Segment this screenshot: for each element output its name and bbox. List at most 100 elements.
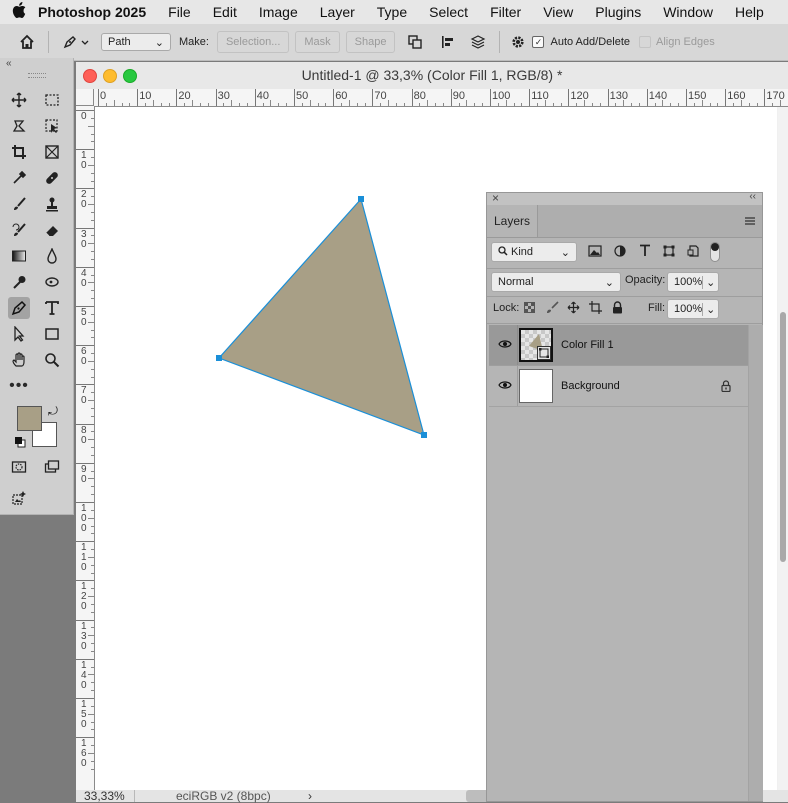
make-mask-button[interactable]: Mask bbox=[295, 31, 339, 53]
gradient-tool-icon[interactable] bbox=[8, 245, 30, 267]
vertical-ruler[interactable]: 01 02 03 04 05 06 07 08 09 01 0 01 1 01 … bbox=[76, 106, 95, 790]
foreground-color-swatch[interactable] bbox=[17, 406, 42, 431]
zoom-tool-icon[interactable] bbox=[41, 349, 63, 371]
ruler-minor-tick bbox=[91, 588, 94, 589]
menu-edit[interactable]: Edit bbox=[213, 4, 237, 20]
ruler-origin[interactable] bbox=[76, 89, 94, 106]
menu-window[interactable]: Window bbox=[663, 4, 713, 20]
menu-layer[interactable]: Layer bbox=[320, 4, 355, 20]
menu-image[interactable]: Image bbox=[259, 4, 298, 20]
gear-icon[interactable] bbox=[506, 34, 530, 50]
more-tools-icon[interactable]: ••• bbox=[8, 375, 30, 397]
sponge-tool-icon[interactable] bbox=[41, 271, 63, 293]
lock-transparent-pixels-icon[interactable] bbox=[524, 302, 535, 316]
blend-mode-select[interactable]: Normal ⌄ bbox=[491, 272, 621, 292]
ruler-tick-label: 9 0 bbox=[81, 465, 87, 485]
marquee-tool-icon[interactable] bbox=[41, 89, 63, 111]
layer-thumbnail-background[interactable] bbox=[519, 369, 553, 403]
frame-tool-icon[interactable] bbox=[41, 141, 63, 163]
layer-row-color-fill-1[interactable]: Color Fill 1 bbox=[489, 325, 748, 365]
object-selection-tool-icon[interactable] bbox=[41, 115, 63, 137]
filter-type-layers-icon[interactable] bbox=[639, 244, 651, 260]
lock-position-icon[interactable] bbox=[567, 301, 580, 317]
apple-icon[interactable] bbox=[0, 2, 38, 22]
menu-view[interactable]: View bbox=[543, 4, 573, 20]
path-anchor-point[interactable] bbox=[421, 432, 427, 438]
collapse-double-chevron-icon[interactable]: « bbox=[6, 58, 12, 69]
home-icon[interactable] bbox=[12, 34, 42, 50]
brush-tool-icon[interactable] bbox=[8, 193, 30, 215]
eraser-tool-icon[interactable] bbox=[41, 219, 63, 241]
healing-brush-tool-icon[interactable] bbox=[41, 167, 63, 189]
panel-menu-icon[interactable] bbox=[744, 215, 756, 229]
pen-tool-preset-icon[interactable] bbox=[59, 34, 93, 50]
layers-tab[interactable]: Layers bbox=[487, 205, 538, 237]
pen-mode-select[interactable]: Path ⌄ bbox=[101, 33, 171, 51]
opacity-field[interactable]: 100% ⌄ bbox=[667, 272, 719, 292]
fill-field[interactable]: 100% ⌄ bbox=[667, 299, 719, 319]
path-anchor-point[interactable] bbox=[358, 196, 364, 202]
collapse-panel-icon[interactable]: ‹‹ bbox=[749, 191, 756, 202]
crop-tool-icon[interactable] bbox=[8, 141, 30, 163]
vertical-scrollbar-thumb[interactable] bbox=[778, 312, 788, 562]
layer-name[interactable]: Background bbox=[561, 380, 620, 392]
path-arrangement-icon[interactable] bbox=[463, 34, 493, 50]
chevron-down-icon[interactable]: ⌄ bbox=[702, 303, 715, 316]
pen-tool-icon[interactable] bbox=[8, 297, 30, 319]
screen-mode-icon[interactable] bbox=[41, 456, 63, 478]
grip-icon[interactable] bbox=[28, 73, 46, 78]
path-anchor-point[interactable] bbox=[216, 355, 222, 361]
ruler-minor-tick bbox=[91, 667, 94, 668]
close-panel-icon[interactable]: × bbox=[492, 191, 499, 205]
menu-file[interactable]: File bbox=[168, 4, 191, 20]
dodge-tool-icon[interactable] bbox=[8, 271, 30, 293]
filter-smart-objects-icon[interactable] bbox=[687, 245, 699, 260]
layer-thumbnail-color-fill[interactable] bbox=[519, 328, 553, 362]
layers-scrollbar-track[interactable] bbox=[748, 325, 763, 801]
blur-tool-icon[interactable] bbox=[41, 245, 63, 267]
menu-select[interactable]: Select bbox=[429, 4, 468, 20]
swap-colors-icon[interactable]: ⤾ bbox=[48, 404, 58, 419]
auto-add-delete-checkbox[interactable]: ✓ bbox=[530, 36, 546, 48]
lock-image-pixels-icon[interactable] bbox=[546, 301, 559, 317]
menu-plugins[interactable]: Plugins bbox=[595, 4, 641, 20]
zoom-level[interactable]: 33,33% bbox=[84, 790, 125, 802]
lock-all-icon[interactable] bbox=[612, 301, 623, 317]
horizontal-ruler[interactable]: 0102030405060708090100110120130140150160… bbox=[94, 89, 788, 107]
hand-tool-icon[interactable] bbox=[8, 349, 30, 371]
lasso-tool-icon[interactable] bbox=[8, 115, 30, 137]
chevron-down-icon[interactable]: ⌄ bbox=[702, 276, 715, 289]
status-info-arrow[interactable]: › bbox=[308, 789, 312, 803]
eye-visibility-icon[interactable] bbox=[498, 338, 512, 353]
make-selection-button[interactable]: Selection... bbox=[217, 31, 289, 53]
path-alignment-icon[interactable] bbox=[433, 34, 463, 50]
filter-pixel-layers-icon[interactable] bbox=[588, 245, 602, 260]
lock-artboard-icon[interactable] bbox=[589, 301, 602, 317]
default-colors-icon[interactable] bbox=[14, 436, 26, 448]
history-brush-tool-icon[interactable] bbox=[8, 219, 30, 241]
quick-mask-icon[interactable] bbox=[8, 456, 30, 478]
menu-filter[interactable]: Filter bbox=[490, 4, 521, 20]
rectangle-tool-icon[interactable] bbox=[41, 323, 63, 345]
menu-type[interactable]: Type bbox=[377, 4, 407, 20]
path-operations-icon[interactable] bbox=[403, 34, 427, 50]
app-name[interactable]: Photoshop 2025 bbox=[38, 4, 146, 20]
layer-row-background[interactable]: Background bbox=[489, 366, 748, 406]
filter-toggle-switch[interactable] bbox=[710, 242, 720, 262]
layer-name[interactable]: Color Fill 1 bbox=[561, 339, 614, 351]
filter-shape-layers-icon[interactable] bbox=[663, 245, 675, 260]
eye-visibility-icon[interactable] bbox=[498, 379, 512, 394]
layer-filter-kind-select[interactable]: Kind ⌄ bbox=[491, 242, 577, 262]
path-selection-tool-icon[interactable] bbox=[8, 323, 30, 345]
align-edges-checkbox[interactable] bbox=[638, 36, 652, 48]
eyedropper-tool-icon[interactable] bbox=[8, 167, 30, 189]
filter-adjustment-layers-icon[interactable] bbox=[614, 245, 626, 260]
color-fill-shape[interactable] bbox=[219, 199, 424, 435]
generative-fill-icon[interactable] bbox=[8, 487, 30, 509]
clone-stamp-tool-icon[interactable] bbox=[41, 193, 63, 215]
move-tool-icon[interactable] bbox=[8, 89, 30, 111]
make-shape-button[interactable]: Shape bbox=[346, 31, 396, 53]
ruler-tick bbox=[568, 89, 569, 106]
menu-help[interactable]: Help bbox=[735, 4, 764, 20]
type-tool-icon[interactable] bbox=[41, 297, 63, 319]
